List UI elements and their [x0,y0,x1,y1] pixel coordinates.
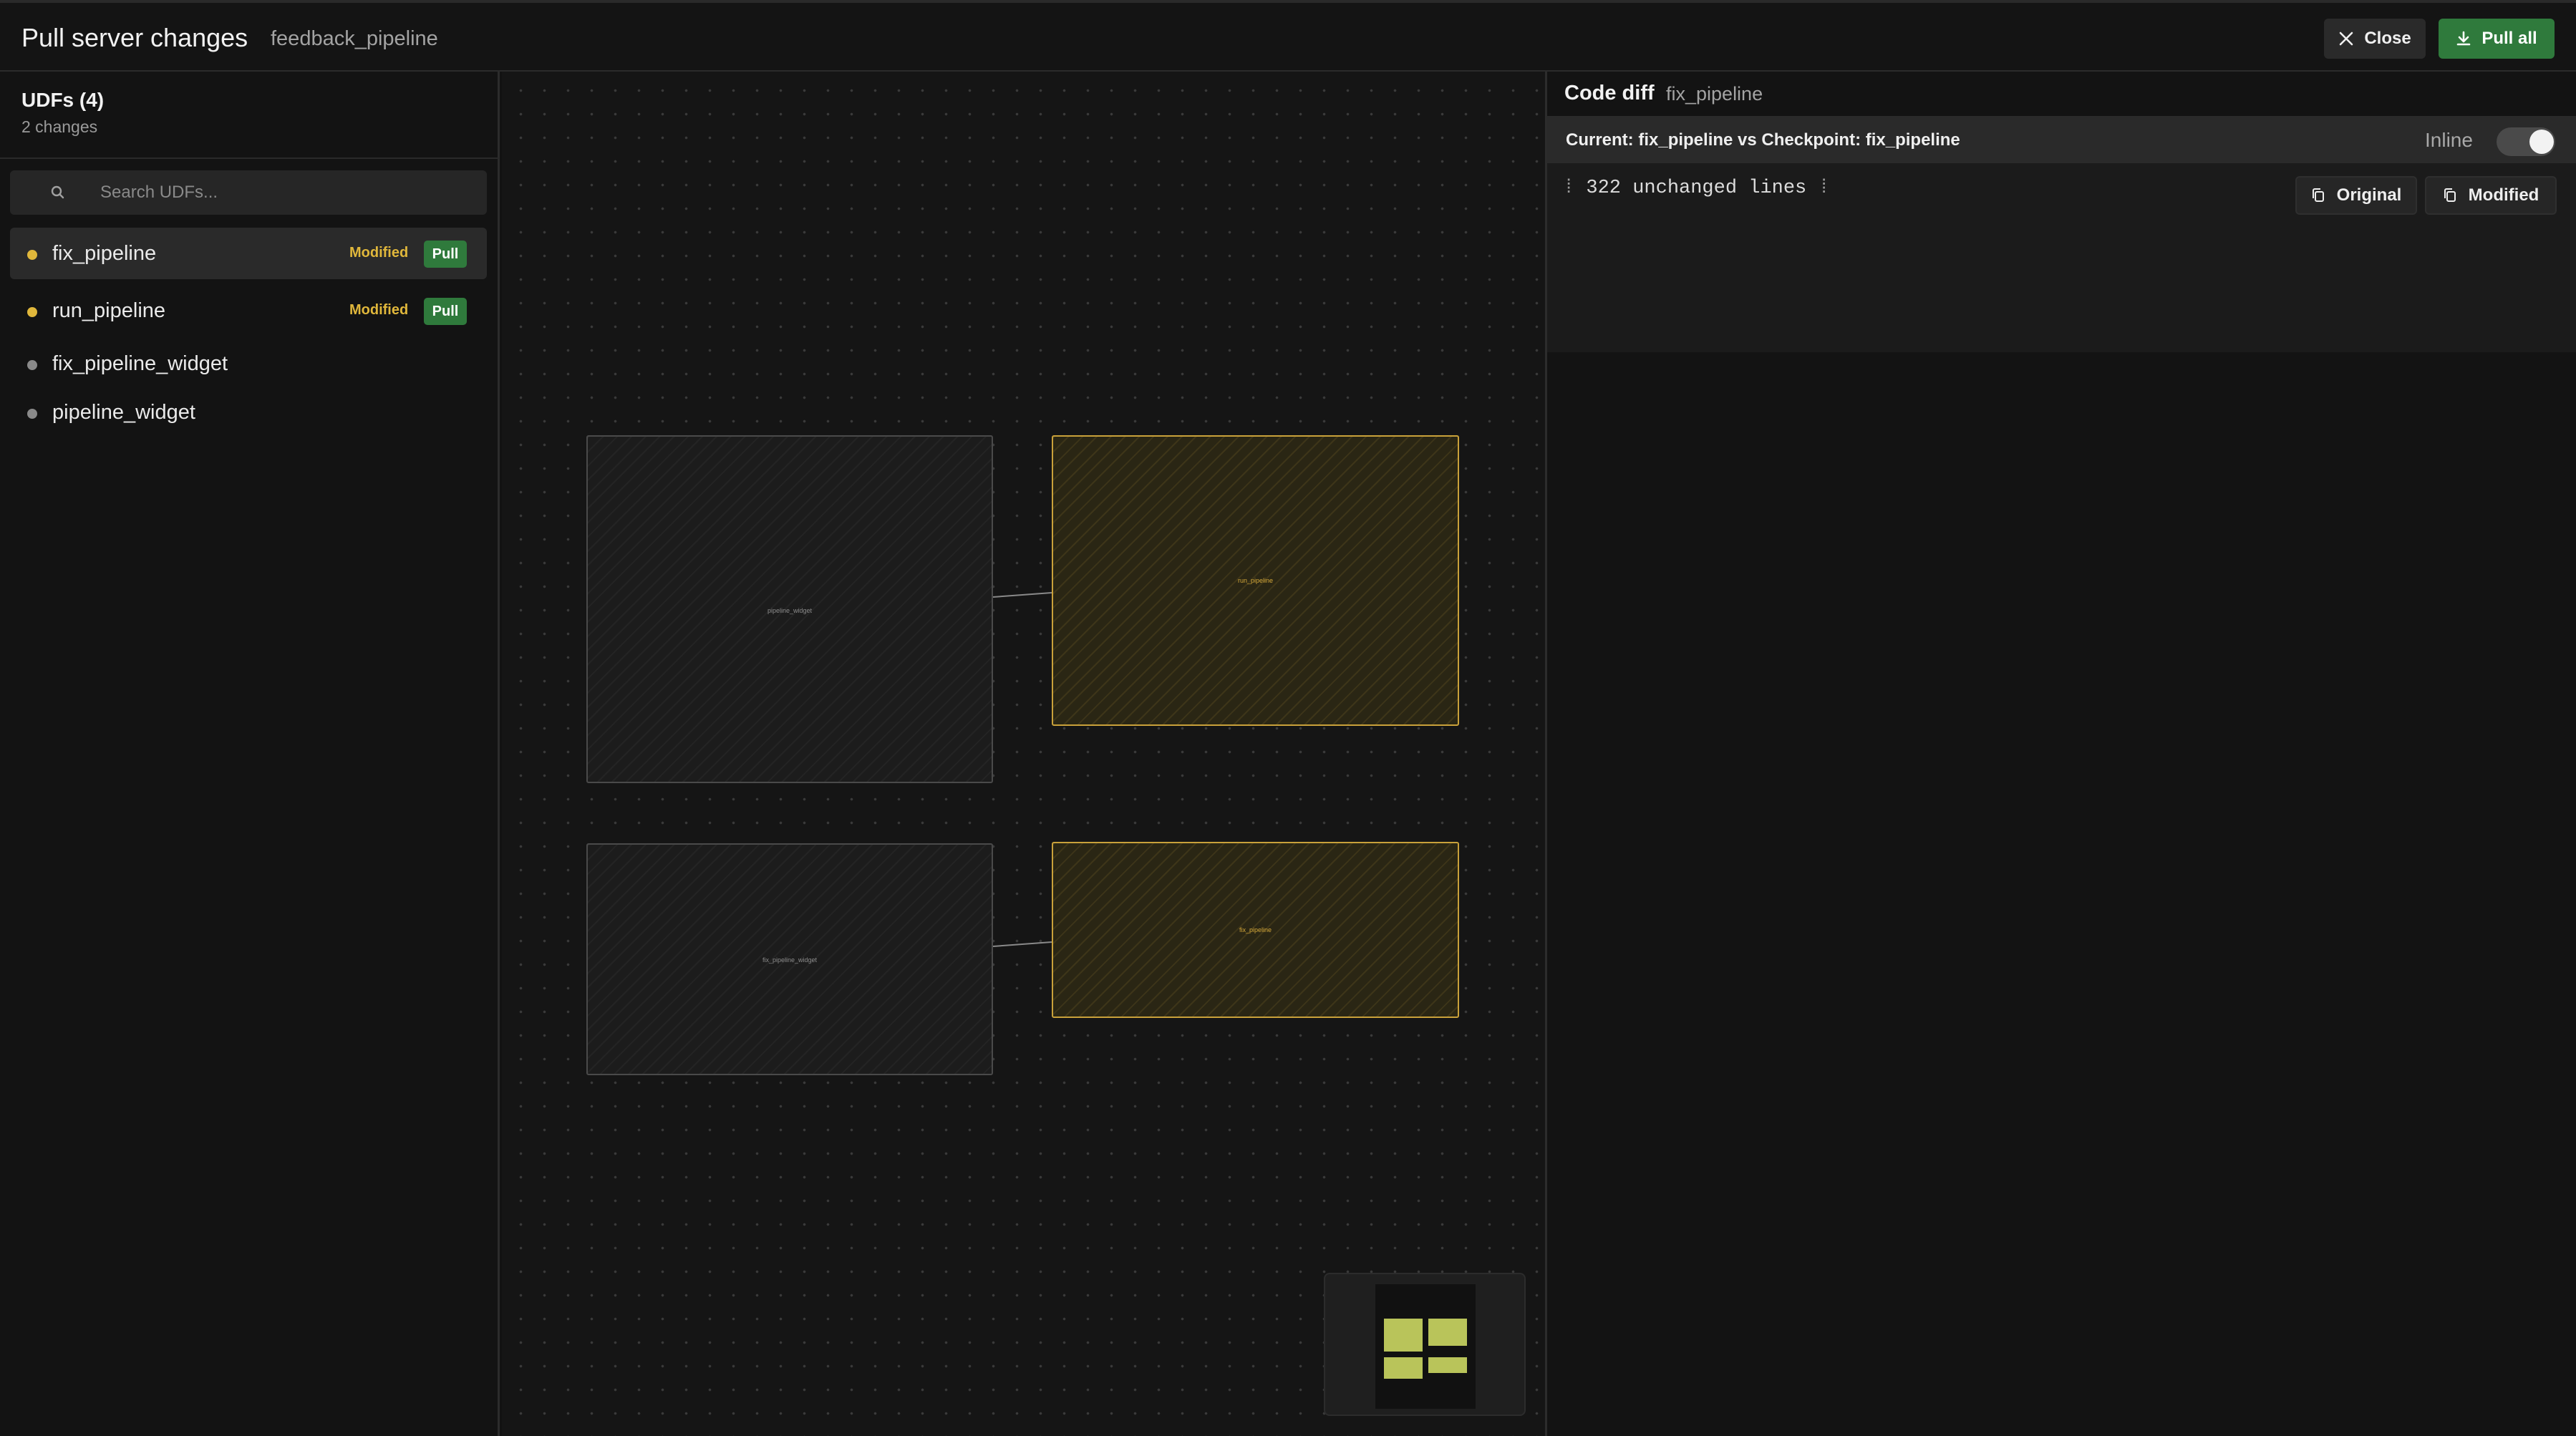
node-label: fix_pipeline [1239,926,1272,933]
fold-marker-icon: ⁞ [1806,178,1830,199]
header-bar: Pull server changes feedback_pipeline Cl… [0,0,2576,72]
minimap-node [1428,1357,1467,1373]
diff-title: Code diff [1564,82,1655,105]
copy-original-label: Original [2336,185,2402,205]
node-fix-pipeline[interactable]: fix_pipeline [1052,842,1459,1018]
unchanged-lines-text: 322 unchanged lines [1586,178,1807,199]
fold-marker-icon: ⁞ [1563,178,1587,199]
sidebar-subtitle: 2 changes [21,117,98,136]
modified-dot-icon [27,250,37,260]
udf-item-run-pipeline[interactable]: run_pipeline Modified Pull [10,285,487,336]
udf-item-label: fix_pipeline_widget [52,352,228,375]
udf-item-label: run_pipeline [52,299,166,322]
minimap-node [1384,1357,1423,1379]
udf-item-label: pipeline_widget [52,401,195,424]
copy-icon [2312,188,2324,202]
page-subtitle: feedback_pipeline [271,27,438,50]
minimap-node [1428,1319,1467,1346]
close-button[interactable]: Close [2324,19,2426,59]
udf-item-fix-pipeline[interactable]: fix_pipeline Modified Pull [10,228,487,279]
copy-icon [2444,188,2456,202]
node-label: pipeline_widget [767,607,813,614]
node-fix-pipeline-widget[interactable]: fix_pipeline_widget [586,843,993,1075]
unchanged-dot-icon [27,360,37,370]
graph-canvas[interactable]: pipeline_widget run_pipeline fix_pipelin… [502,72,1545,1436]
minimap-viewport [1375,1284,1476,1409]
udf-sidebar: UDFs (4) 2 changes fix_pipeline Modified… [0,72,500,1436]
minimap-node [1384,1319,1423,1352]
pull-button[interactable]: Pull [424,298,467,325]
pull-all-button-label: Pull all [2481,29,2537,48]
download-icon [2457,31,2471,46]
inline-toggle[interactable] [2497,127,2555,156]
udf-item-pipeline-widget[interactable]: pipeline_widget [10,387,487,437]
code-diff-panel: Code diff fix_pipeline Current: fix_pipe… [1545,72,2576,1436]
minimap[interactable] [1324,1273,1526,1416]
node-label: fix_pipeline_widget [762,956,818,964]
node-pipeline-widget[interactable]: pipeline_widget [586,435,993,783]
diff-subtitle: fix_pipeline [1666,83,1763,105]
diff-compare-bar: Current: fix_pipeline vs Checkpoint: fix… [1547,116,2576,163]
edge-pipeline-widget-run-pipeline [992,592,1052,598]
status-badge: Modified [349,302,409,318]
udf-item-fix-pipeline-widget[interactable]: fix_pipeline_widget [10,338,487,388]
udf-item-label: fix_pipeline [52,242,157,265]
modified-dot-icon [27,307,37,317]
copy-modified-button[interactable]: Modified [2425,176,2557,215]
copy-modified-label: Modified [2468,185,2539,205]
sidebar-title: UDFs (4) [21,89,105,111]
diff-compare-label: Current: fix_pipeline vs Checkpoint: fix… [1566,130,1960,150]
page-title: Pull server changes [21,23,248,52]
diff-code-area[interactable]: ⁞ 322 unchanged lines ⁞ Original Modifie… [1547,163,2576,352]
search-icon [51,185,64,199]
inline-toggle-label: Inline [2425,129,2473,151]
unchanged-dot-icon [27,409,37,419]
unchanged-lines-indicator[interactable]: ⁞ 322 unchanged lines ⁞ [1563,178,1830,199]
pull-all-button[interactable]: Pull all [2439,19,2555,59]
search-input[interactable] [100,178,473,208]
close-icon [2340,31,2353,46]
close-button-label: Close [2364,29,2411,48]
node-run-pipeline[interactable]: run_pipeline [1052,435,1459,726]
search-box[interactable] [10,170,487,215]
sidebar-header: UDFs (4) 2 changes [0,72,500,159]
toggle-knob [2529,130,2554,154]
status-badge: Modified [349,245,409,261]
node-label: run_pipeline [1237,577,1274,584]
edge-fix-pipeline-widget-fix-pipeline [992,941,1052,947]
copy-original-button[interactable]: Original [2295,176,2417,215]
pull-button[interactable]: Pull [424,241,467,268]
